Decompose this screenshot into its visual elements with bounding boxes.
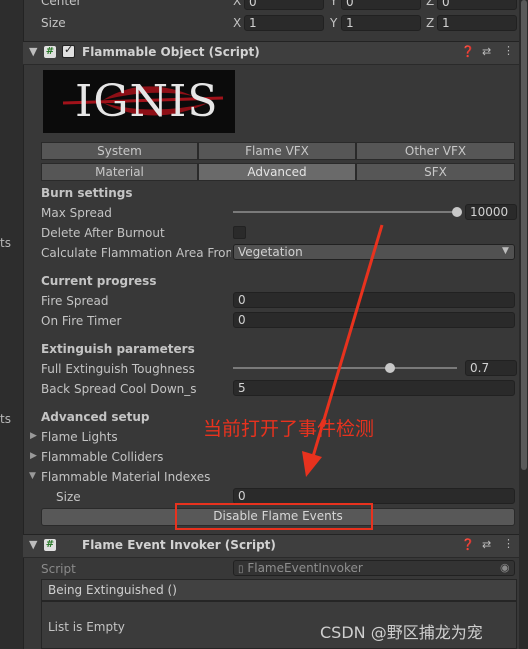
center-z-axis: Z <box>426 0 435 8</box>
tab-advanced[interactable]: Advanced <box>198 163 356 181</box>
center-y-axis: Y <box>330 0 338 8</box>
annotation-text: 当前打开了事件检测 <box>203 418 375 440</box>
help-icon[interactable]: ❓ <box>461 45 475 58</box>
fire-spread-label: Fire Spread <box>41 294 109 308</box>
size-y-field[interactable]: 1 <box>341 15 421 31</box>
invoker-script-icon: # <box>44 539 56 551</box>
current-progress-heading: Current progress <box>41 274 157 288</box>
annotation-arrow <box>302 224 384 477</box>
script-icon: # <box>44 46 56 58</box>
left-pane-label-b: ts <box>0 412 11 426</box>
tab-sfx[interactable]: SFX <box>356 163 515 181</box>
invoker-title: Flame Event Invoker (Script) <box>82 538 276 552</box>
extinguish-heading: Extinguish parameters <box>41 342 195 356</box>
invoker-preset-icon[interactable]: ⇄ <box>482 538 491 551</box>
preset-icon[interactable]: ⇄ <box>482 45 491 58</box>
indexes-size-label: Size <box>56 490 81 504</box>
foldout-arrow-icon[interactable]: ▼ <box>29 45 37 58</box>
logo-text: IGNIS <box>75 76 219 127</box>
script-file-icon: ▯ <box>238 564 244 575</box>
max-spread-slider-track[interactable] <box>233 211 457 213</box>
material-indexes-label[interactable]: Flammable Material Indexes <box>41 470 210 484</box>
flammable-colliders-foldout-icon[interactable]: ▶ <box>30 451 37 461</box>
toughness-label: Full Extinguish Toughness <box>41 362 195 376</box>
component-title: Flammable Object (Script) <box>82 45 260 59</box>
tab-material[interactable]: Material <box>41 163 198 181</box>
dropdown-arrow-icon: ▼ <box>502 246 509 256</box>
script-object-field[interactable]: ▯ FlameEventInvoker <box>233 560 515 576</box>
component-enabled-checkbox[interactable]: ✓ <box>62 43 75 58</box>
invoker-foldout-arrow-icon[interactable]: ▼ <box>29 538 37 551</box>
center-x-field[interactable]: 0 <box>244 0 324 10</box>
cooldown-label: Back Spread Cool Down_s <box>41 382 197 396</box>
max-spread-slider-knob[interactable] <box>452 207 462 217</box>
tab-other-vfx[interactable]: Other VFX <box>356 142 515 160</box>
tab-flame-vfx[interactable]: Flame VFX <box>198 142 356 160</box>
tab-system[interactable]: System <box>41 142 198 160</box>
delete-after-burnout-label: Delete After Burnout <box>41 226 165 240</box>
size-z-axis: Z <box>426 16 435 30</box>
flame-lights-foldout-icon[interactable]: ▶ <box>30 431 37 441</box>
calc-area-label: Calculate Flammation Area From M <box>41 246 231 260</box>
flame-lights-label[interactable]: Flame Lights <box>41 430 118 444</box>
center-y-field[interactable]: 0 <box>341 0 421 10</box>
event-name: Being Extinguished () <box>48 583 177 597</box>
annotation-highlight-box <box>175 503 373 530</box>
script-value: FlameEventInvoker <box>247 561 363 575</box>
max-spread-label: Max Spread <box>41 206 112 220</box>
watermark-text: CSDN @野区捕龙为宠 <box>320 623 483 642</box>
flammable-colliders-label[interactable]: Flammable Colliders <box>41 450 163 464</box>
on-fire-timer-label: On Fire Timer <box>41 314 122 328</box>
ignis-logo: IGNIS <box>43 70 235 133</box>
list-empty-text: List is Empty <box>48 620 125 634</box>
size-label: Size <box>41 16 66 30</box>
toughness-field[interactable]: 0.7 <box>465 360 517 376</box>
invoker-menu-dots-icon[interactable]: ⋮ <box>503 537 514 550</box>
material-indexes-foldout-icon[interactable]: ▼ <box>29 471 36 481</box>
indexes-size-field[interactable]: 0 <box>233 488 515 504</box>
center-x-axis: X <box>233 0 242 8</box>
size-x-axis: X <box>233 16 242 30</box>
object-picker-icon[interactable]: ◉ <box>500 561 510 574</box>
advanced-setup-heading: Advanced setup <box>41 410 150 424</box>
max-spread-field[interactable]: 10000 <box>465 204 517 220</box>
script-label: Script <box>41 562 76 576</box>
left-pane-label-a: ts <box>0 236 11 250</box>
burn-settings-heading: Burn settings <box>41 186 133 200</box>
size-y-axis: Y <box>330 16 338 30</box>
center-z-field[interactable]: 0 <box>437 0 517 10</box>
invoker-help-icon[interactable]: ❓ <box>461 538 475 551</box>
checkmark-icon: ✓ <box>64 43 74 56</box>
size-x-field[interactable]: 1 <box>244 15 324 31</box>
scrollbar-thumb[interactable] <box>521 0 527 470</box>
left-pane <box>0 0 24 649</box>
delete-after-burnout-checkbox[interactable] <box>233 226 246 239</box>
center-label: Center <box>41 0 82 8</box>
size-z-field[interactable]: 1 <box>437 15 517 31</box>
menu-dots-icon[interactable]: ⋮ <box>503 44 514 57</box>
